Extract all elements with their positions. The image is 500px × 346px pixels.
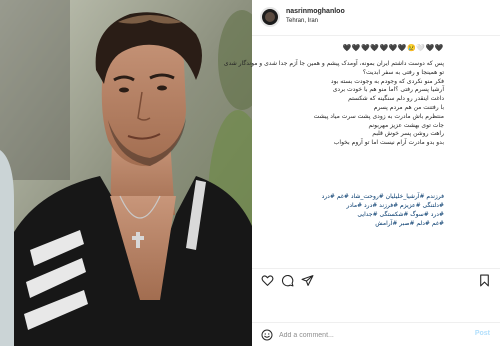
caption-line: آرشیا پسرم رفتی ؟اما منو هم با خودت بردی — [332, 86, 444, 94]
avatar-image — [265, 12, 275, 22]
location-link[interactable]: Tehran, Iran — [286, 18, 318, 24]
heart-icon[interactable] — [261, 274, 274, 287]
post-comment-button[interactable]: Post — [475, 330, 490, 337]
hashtag-link[interactable]: #درد #سوگ #شکستگی #جدایی — [274, 210, 444, 219]
username-link[interactable]: nasrinmoghanloo — [286, 8, 345, 15]
hashtags: فرزندم #آرشیا_خلیلیان #روحت_شاد #غم #درد… — [274, 192, 444, 228]
caption-line: جات توی بهشت عزیز مهربونم — [368, 121, 444, 129]
caption-line: تو همینجا و رفتی به سفر ابدیت؟ — [362, 68, 444, 76]
paper-plane-icon[interactable] — [301, 274, 314, 287]
hashtag-link[interactable]: #دلتنگی #عزیزم #فرزند #درد #مادر — [274, 201, 444, 210]
comment-bar: Post — [252, 322, 500, 346]
hashtag-link[interactable]: #غم #دلم #صبر #آرامش — [274, 219, 444, 228]
smile-icon[interactable] — [261, 329, 273, 341]
post-header: nasrinmoghanloo Tehran, Iran — [252, 0, 500, 36]
caption-emoji-row: 🖤🖤🖤🖤🖤🖤🖤😢🤍🖤🖤 — [342, 45, 444, 52]
caption-line: با رفتنت من هم مردم پسرم — [373, 103, 444, 111]
caption: 🖤🖤🖤🖤🖤🖤🖤😢🤍🖤🖤 پس که دوست داشتم ایران بمونه… — [223, 36, 500, 268]
caption-line: داغت اینقدر رو دلم سنگینه که شکستم — [348, 95, 444, 103]
instagram-post-window: nasrinmoghanloo Tehran, Iran 🖤🖤🖤🖤🖤🖤🖤😢🤍🖤🖤… — [0, 0, 500, 346]
caption-line: بدو بدو مادرت آرام نیست اما تو آروم بخوا… — [333, 139, 444, 147]
caption-line: منتظرم باش مادرت به زودی پشت سرت میاد پی… — [313, 112, 444, 120]
caption-line: راهت روشن پسر خوش قلبم — [372, 130, 444, 138]
comment-icon[interactable] — [281, 274, 294, 287]
bookmark-icon[interactable] — [478, 274, 491, 287]
caption-text: پس که دوست داشتم ایران بمونه، آومدک پیشم… — [223, 60, 444, 148]
portrait-image — [0, 0, 252, 346]
post-actions — [252, 268, 500, 290]
post-photo[interactable] — [0, 0, 252, 346]
post-side-panel: nasrinmoghanloo Tehran, Iran 🖤🖤🖤🖤🖤🖤🖤😢🤍🖤🖤… — [223, 0, 500, 346]
caption-line: پس که دوست داشتم ایران بمونه، آومدک پیشم… — [223, 60, 444, 67]
hashtag-link[interactable]: فرزندم #آرشیا_خلیلیان #روحت_شاد #غم #درد — [274, 192, 444, 201]
avatar[interactable] — [260, 7, 280, 27]
comment-input[interactable] — [279, 328, 459, 342]
